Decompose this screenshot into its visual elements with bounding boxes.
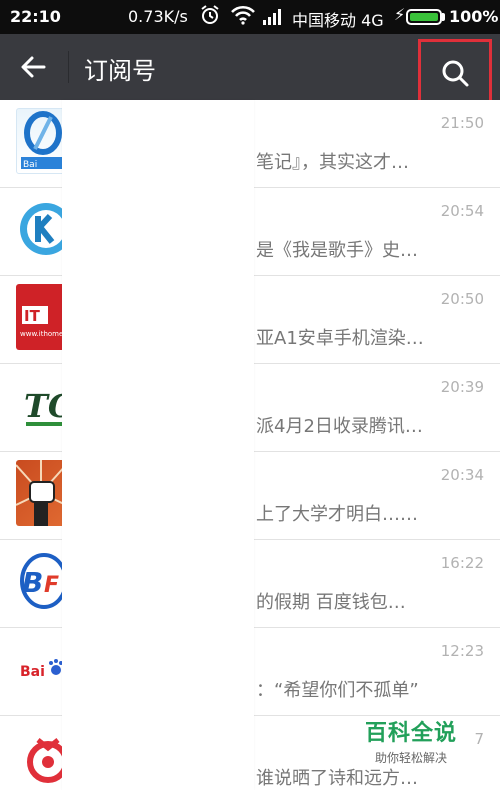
- svg-text:Bai: Bai: [23, 160, 37, 170]
- item-time: 16:22: [440, 554, 484, 572]
- network-speed: 0.73K/s: [128, 7, 188, 26]
- wifi-icon: [230, 5, 256, 29]
- item-time: 7: [474, 730, 484, 748]
- item-time: 20:39: [440, 378, 484, 396]
- k-logo-icon: [16, 196, 66, 262]
- item-snippet: 笔记』，其实这才…: [256, 152, 409, 173]
- tc-logo-icon: TC: [16, 372, 66, 438]
- header-divider: [68, 51, 69, 83]
- status-time: 22:10: [10, 7, 61, 26]
- watermark-title: 百科全说: [364, 721, 457, 746]
- signal-icon: [262, 7, 286, 29]
- back-arrow-icon: [21, 56, 46, 78]
- item-time: 20:54: [440, 202, 484, 220]
- app-header: 订阅号: [0, 34, 500, 107]
- baidu-blue-logo-icon: Bai: [16, 108, 66, 174]
- battery-icon: [406, 9, 442, 25]
- back-button[interactable]: [14, 49, 52, 85]
- red-circle-logo-icon: [16, 724, 66, 790]
- item-snippet: ：“希望你们不孤单”: [256, 680, 419, 701]
- svg-text:TC: TC: [24, 387, 66, 425]
- search-button[interactable]: [418, 39, 492, 107]
- item-snippet: 谁说晒了诗和远方…: [256, 768, 418, 789]
- bf-logo-icon: B F: [16, 548, 66, 614]
- item-snippet: 派4月2日收录腾讯…: [256, 416, 423, 437]
- svg-text:B: B: [22, 566, 43, 599]
- watermark: 百科全说 助你轻松解决: [356, 715, 466, 766]
- battery-percent: 100%: [449, 7, 499, 26]
- search-icon: [442, 60, 469, 87]
- ithome-logo-icon: IT www.ithome: [16, 284, 66, 350]
- fist-logo-icon: [16, 460, 66, 526]
- watermark-subtitle: 助你轻松解决: [374, 751, 447, 765]
- svg-text:IT: IT: [24, 307, 41, 325]
- item-time: 12:23: [440, 642, 484, 660]
- item-snippet: 上了大学才明白……: [256, 504, 418, 525]
- alarm-icon: [199, 4, 221, 30]
- charging-icon: ⚡: [394, 5, 406, 24]
- redaction-overlay: [62, 100, 254, 790]
- page-title: 订阅号: [84, 57, 156, 85]
- baidu-paw-logo-icon: Bai: [16, 636, 66, 702]
- item-time: 21:50: [440, 114, 484, 132]
- item-time: 20:34: [440, 466, 484, 484]
- item-time: 20:50: [440, 290, 484, 308]
- svg-text:www.ithome: www.ithome: [20, 330, 63, 338]
- carrier-label: 中国移动 4G: [292, 11, 384, 30]
- battery-cap: [442, 13, 445, 21]
- svg-text:F: F: [44, 573, 59, 598]
- item-snippet: 的假期 百度钱包…: [256, 592, 406, 613]
- item-snippet: 亚A1安卓手机渲染…: [256, 328, 424, 349]
- item-snippet: 是《我是歌手》史…: [256, 240, 418, 261]
- svg-text:Bai: Bai: [20, 664, 45, 680]
- status-bar: 22:10 0.73K/s 中国移动 4G ⚡ 100%: [0, 0, 500, 34]
